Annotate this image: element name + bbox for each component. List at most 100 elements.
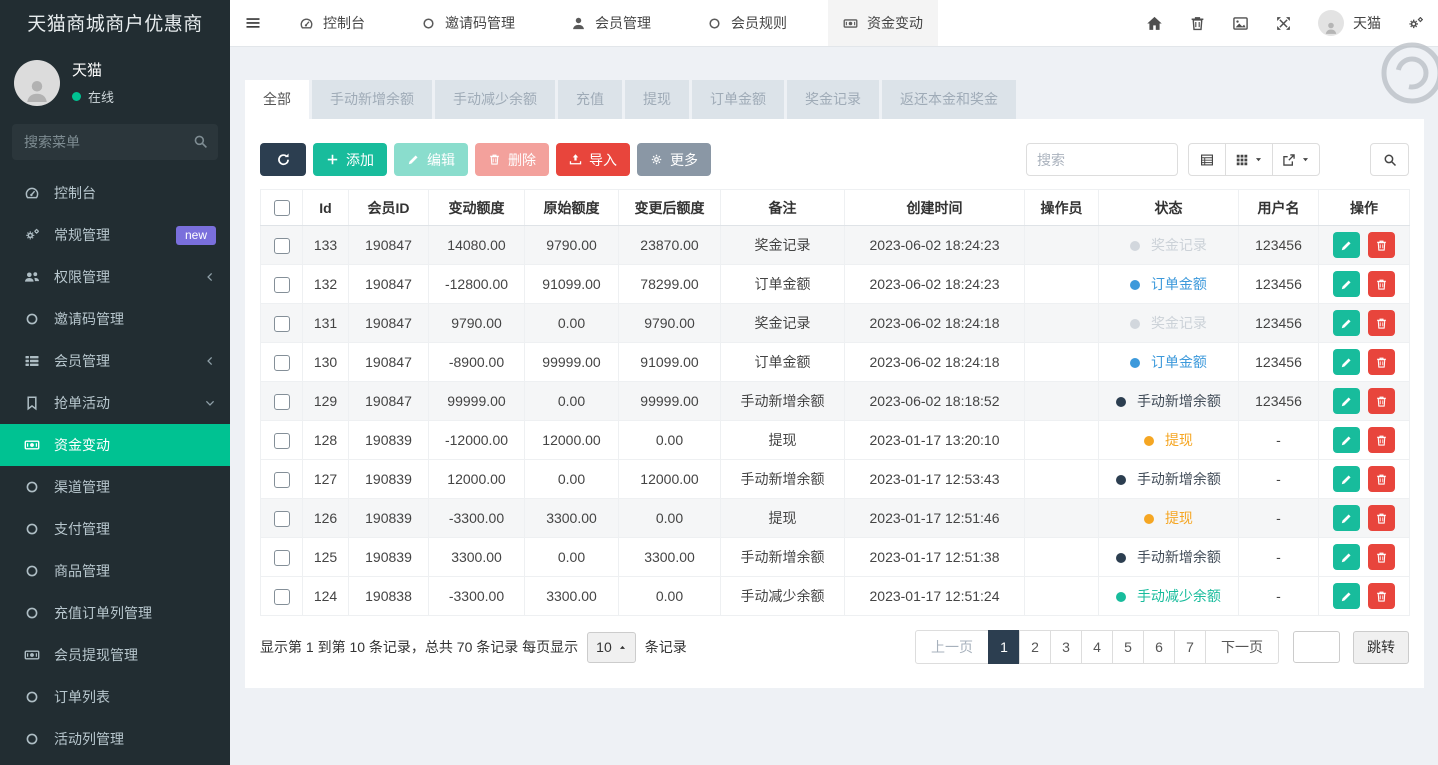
topnav-tab-funds-change[interactable]: 资金变动 (828, 0, 938, 46)
row-delete-button[interactable] (1368, 427, 1396, 453)
filter-tab[interactable]: 手动新增余额 (312, 80, 432, 119)
sidebar-search-input[interactable] (12, 124, 218, 160)
settings-gears-icon[interactable] (1407, 15, 1424, 32)
row-delete-button[interactable] (1368, 544, 1396, 570)
row-checkbox[interactable] (273, 549, 290, 566)
search-button[interactable] (1370, 143, 1409, 176)
topnav-tab-member-rules[interactable]: 会员规则 (692, 0, 802, 46)
row-checkbox[interactable] (273, 432, 290, 449)
filter-tab[interactable]: 充值 (558, 80, 622, 119)
row-edit-button[interactable] (1332, 388, 1360, 414)
topnav-tab-invite-code-mgmt[interactable]: 邀请码管理 (406, 0, 530, 46)
user-menu[interactable]: 天猫 (1318, 10, 1381, 36)
page-button[interactable]: 1 (988, 630, 1020, 664)
row-checkbox[interactable] (273, 315, 290, 332)
sidebar-item-general-mgmt[interactable]: 常规管理 new (0, 214, 230, 256)
page-button[interactable]: 3 (1050, 630, 1082, 664)
filter-tab[interactable]: 全部 (245, 80, 309, 119)
row-checkbox[interactable] (273, 354, 290, 371)
sidebar-item-channel-mgmt[interactable]: 渠道管理 (0, 466, 230, 508)
delete-button[interactable]: 删除 (475, 143, 549, 176)
filter-tab[interactable]: 手动减少余额 (435, 80, 555, 119)
select-all-checkbox[interactable] (273, 200, 290, 217)
topnav-tab-dashboard[interactable]: 控制台 (284, 0, 380, 46)
row-checkbox-cell (260, 537, 303, 577)
online-dot-icon (72, 92, 81, 101)
cell-username: 123456 (1238, 303, 1319, 343)
row-edit-button[interactable] (1332, 544, 1360, 570)
status-dot-icon (1116, 397, 1127, 407)
row-checkbox[interactable] (273, 276, 290, 293)
sidebar-item-invite-code-mgmt[interactable]: 邀请码管理 (0, 298, 230, 340)
sidebar-item-member-mgmt[interactable]: 会员管理 (0, 340, 230, 382)
filter-tab[interactable]: 奖金记录 (787, 80, 879, 119)
jump-button[interactable]: 跳转 (1353, 630, 1409, 664)
per-page-select[interactable]: 10 (587, 631, 636, 663)
import-button[interactable]: 导入 (556, 143, 630, 176)
columns-button[interactable] (1225, 143, 1273, 176)
menu-toggle-icon[interactable] (244, 15, 262, 31)
refresh-button[interactable] (260, 143, 306, 176)
trash-icon[interactable] (1189, 15, 1206, 32)
add-button[interactable]: 添加 (313, 143, 387, 176)
filter-tabs: 全部 手动新增余额 手动减少余额 充值 提现 订单金额 奖金记录 返还本金和奖金 (245, 80, 1424, 119)
export-button[interactable] (1272, 143, 1320, 176)
cell-id: 133 (302, 225, 349, 265)
fullscreen-icon[interactable] (1275, 15, 1292, 32)
row-checkbox[interactable] (273, 588, 290, 605)
row-delete-button[interactable] (1368, 271, 1396, 297)
row-edit-button[interactable] (1332, 310, 1360, 336)
topnav-tab-member-mgmt[interactable]: 会员管理 (556, 0, 666, 46)
home-icon[interactable] (1146, 15, 1163, 32)
page-button[interactable]: 2 (1019, 630, 1051, 664)
row-checkbox-cell (260, 303, 303, 343)
filter-tab[interactable]: 提现 (625, 80, 689, 119)
sidebar-item-member-withdraw-mgmt[interactable]: 会员提现管理 (0, 634, 230, 676)
row-checkbox[interactable] (273, 471, 290, 488)
row-delete-button[interactable] (1368, 466, 1396, 492)
sidebar-item-recharge-order-mgmt[interactable]: 充值订单列管理 (0, 592, 230, 634)
row-checkbox[interactable] (273, 237, 290, 254)
page-button[interactable]: 4 (1081, 630, 1113, 664)
detail-view-button[interactable] (1188, 143, 1226, 176)
edit-button[interactable]: 编辑 (394, 143, 468, 176)
row-edit-button[interactable] (1332, 505, 1360, 531)
screenshot-icon[interactable] (1232, 15, 1249, 32)
row-edit-button[interactable] (1332, 271, 1360, 297)
row-edit-button[interactable] (1332, 427, 1360, 453)
sidebar-item-permission-mgmt[interactable]: 权限管理 (0, 256, 230, 298)
sidebar-item-funds-change[interactable]: 资金变动 (0, 424, 230, 466)
row-checkbox[interactable] (273, 393, 290, 410)
sidebar-item-dashboard[interactable]: 控制台 (0, 172, 230, 214)
row-checkbox[interactable] (273, 510, 290, 527)
next-page-button[interactable]: 下一页 (1205, 630, 1279, 664)
row-edit-button[interactable] (1332, 349, 1360, 375)
sidebar-item-payment-mgmt[interactable]: 支付管理 (0, 508, 230, 550)
filter-tab[interactable]: 返还本金和奖金 (882, 80, 1016, 119)
row-checkbox-cell (260, 498, 303, 538)
row-edit-button[interactable] (1332, 466, 1360, 492)
table-search-input[interactable] (1026, 143, 1178, 176)
row-delete-button[interactable] (1368, 310, 1396, 336)
row-delete-button[interactable] (1368, 583, 1396, 609)
page-button[interactable]: 6 (1143, 630, 1175, 664)
jump-page-input[interactable] (1293, 631, 1340, 663)
cell-id: 124 (302, 576, 349, 616)
row-edit-button[interactable] (1332, 232, 1360, 258)
page-button[interactable]: 5 (1112, 630, 1144, 664)
prev-page-button[interactable]: 上一页 (915, 630, 989, 664)
sidebar-item-product-mgmt[interactable]: 商品管理 (0, 550, 230, 592)
page-button[interactable]: 7 (1174, 630, 1206, 664)
row-delete-button[interactable] (1368, 349, 1396, 375)
filter-tab[interactable]: 订单金额 (692, 80, 784, 119)
row-delete-button[interactable] (1368, 388, 1396, 414)
more-button[interactable]: 更多 (637, 143, 711, 176)
sidebar-item-order-list[interactable]: 订单列表 (0, 676, 230, 718)
menu-icon (23, 605, 41, 621)
row-delete-button[interactable] (1368, 232, 1396, 258)
row-edit-button[interactable] (1332, 583, 1360, 609)
cell-after-amount: 9790.00 (618, 303, 721, 343)
sidebar-item-activity-mgmt[interactable]: 活动列管理 (0, 718, 230, 760)
row-delete-button[interactable] (1368, 505, 1396, 531)
sidebar-item-grab-order-activity[interactable]: 抢单活动 (0, 382, 230, 424)
